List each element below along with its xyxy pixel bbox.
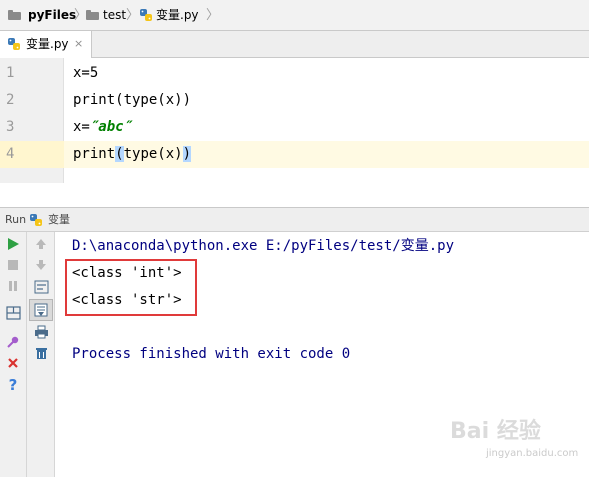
code-text: type(x) (123, 146, 183, 162)
breadcrumb-folder[interactable]: test (103, 0, 126, 31)
code-line[interactable]: print(type(x)) (73, 87, 191, 114)
down-arrow-icon[interactable] (31, 255, 51, 275)
breadcrumb-project[interactable]: pyFiles (28, 0, 76, 31)
breadcrumb-separator: 〉 (206, 8, 220, 23)
watermark-logo: Bai 经验 (450, 419, 541, 444)
line-number: 4 (6, 146, 15, 162)
help-icon[interactable]: ? (3, 375, 23, 395)
stop-icon[interactable] (3, 255, 23, 275)
python-file-icon (30, 214, 42, 226)
run-panel-header: Run 变量 (0, 208, 589, 232)
watermark-url: jingyan.baidu.com (486, 448, 579, 459)
run-icon[interactable] (3, 234, 23, 254)
code-line[interactable]: x=5 (73, 60, 98, 87)
layout-icon[interactable] (3, 303, 23, 323)
editor-tab-label: 变量.py (26, 37, 69, 51)
breadcrumb-file[interactable]: 变量.py (156, 0, 199, 31)
editor-tab[interactable]: 变量.py × (0, 31, 92, 58)
matched-bracket: ) (182, 146, 192, 162)
print-icon[interactable] (31, 322, 51, 342)
string-literal: ″abc″ (89, 119, 133, 135)
console-exit-message: Process finished with exit code 0 (72, 346, 351, 362)
run-toolbar-right (27, 232, 55, 477)
run-panel-title: Run (5, 213, 27, 226)
run-config-tab[interactable]: 变量 (48, 208, 70, 232)
pause-icon[interactable] (3, 276, 23, 296)
code-line[interactable]: print(type(x)) (73, 141, 192, 168)
annotation-highlight-box (65, 259, 197, 316)
console-command-line: D:\anaconda\python.exe E:/pyFiles/test/变… (72, 238, 455, 254)
breadcrumb: pyFiles 〉 test 〉 变量.py 〉 (0, 0, 589, 31)
soft-wrap-icon[interactable] (31, 277, 51, 297)
up-arrow-icon[interactable] (31, 234, 51, 254)
folder-icon (8, 10, 21, 20)
trash-icon[interactable] (31, 343, 51, 363)
folder-icon (86, 10, 99, 20)
code-text: x= (73, 119, 90, 135)
line-number: 3 (6, 119, 15, 135)
code-line[interactable]: x=″abc″ (73, 114, 132, 141)
line-number: 1 (6, 65, 15, 81)
scroll-to-end-icon[interactable] (29, 299, 53, 321)
breadcrumb-separator: 〉 (126, 8, 140, 23)
code-text: print (73, 146, 116, 162)
close-icon[interactable] (3, 353, 23, 373)
run-toolbar-left: ? (0, 232, 27, 477)
close-tab-icon[interactable]: × (74, 31, 83, 58)
pin-icon[interactable] (3, 332, 23, 352)
line-number: 2 (6, 92, 15, 108)
python-file-icon (8, 38, 20, 50)
python-file-icon (140, 9, 152, 21)
matched-bracket: ( (115, 146, 124, 162)
